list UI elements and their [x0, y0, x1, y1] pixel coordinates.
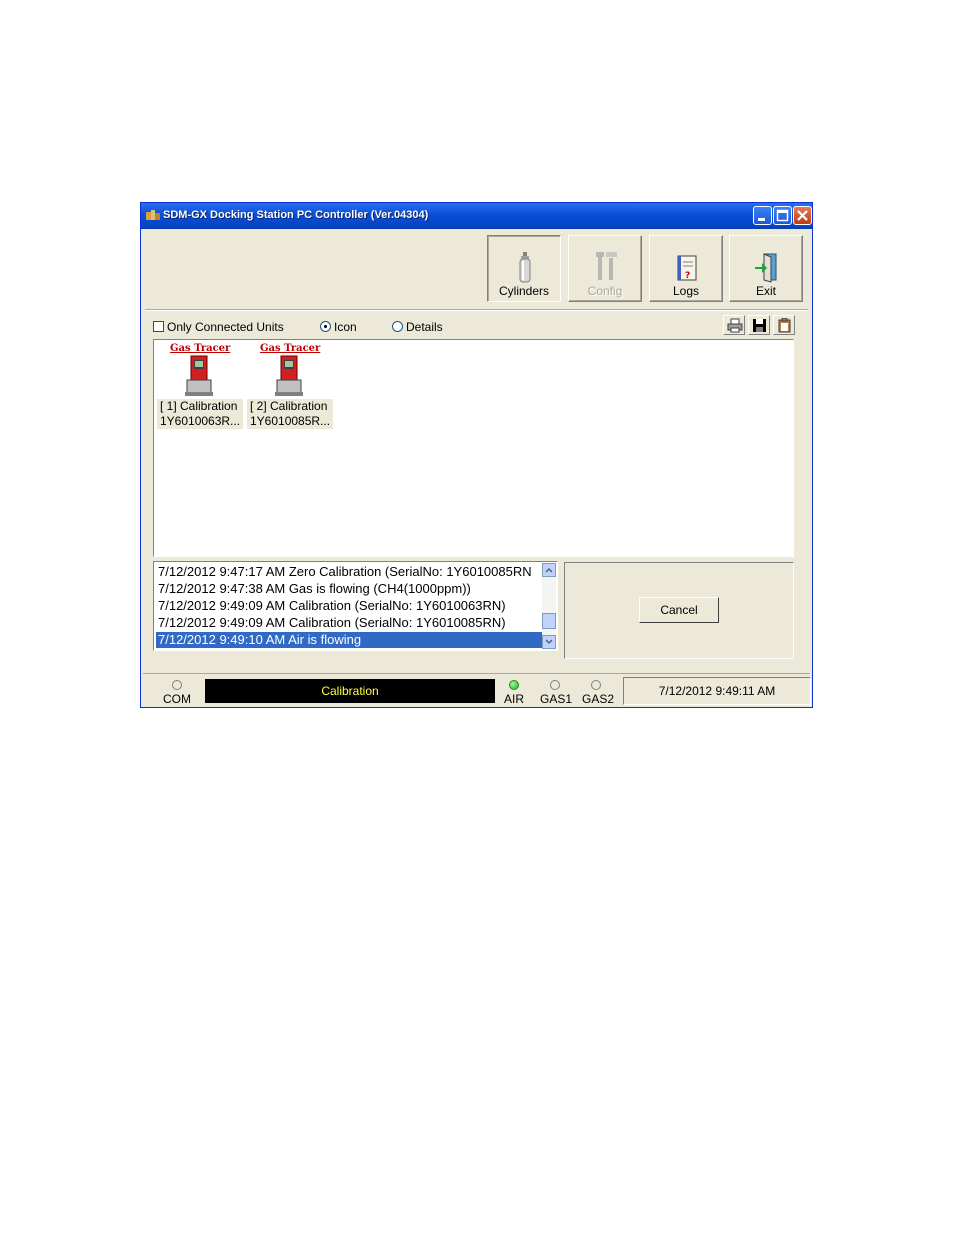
unit-brand: Gas Tracer	[260, 343, 321, 354]
minimize-button[interactable]	[753, 206, 772, 225]
cylinder-icon	[519, 252, 531, 283]
unit-list[interactable]: Gas Tracer [ 1] Calibration 1Y6010063R..…	[153, 339, 794, 557]
scroll-up-button[interactable]	[542, 563, 556, 577]
log-entry-selected[interactable]: 7/12/2012 9:49:10 AM Air is flowing	[156, 632, 542, 648]
unit-status: [ 1] Calibration	[160, 399, 238, 413]
exit-label: Exit	[755, 284, 776, 298]
exit-door-icon	[755, 253, 777, 283]
tools-icon	[596, 252, 617, 280]
log-entry[interactable]: 7/12/2012 9:49:09 AM Calibration (Serial…	[156, 615, 542, 631]
exit-button[interactable]: Exit	[729, 235, 803, 302]
title-bar[interactable]: SDM-GX Docking Station PC Controller (Ve…	[141, 203, 812, 229]
window-title: SDM-GX Docking Station PC Controller (Ve…	[163, 209, 429, 221]
app-icon	[146, 210, 160, 220]
status-datetime: 7/12/2012 9:49:11 AM	[623, 677, 811, 705]
logbook-icon: ?	[677, 255, 697, 281]
com-label: COM	[163, 692, 191, 706]
gas2-label: GAS2	[582, 692, 615, 706]
unit-item[interactable]: Gas Tracer [ 2] Calibration 1Y6010085R..…	[246, 342, 333, 434]
gas-detector-icon	[185, 355, 213, 396]
log-entry[interactable]: 7/12/2012 9:49:09 AM Calibration (Serial…	[156, 598, 542, 614]
chevron-up-icon	[545, 567, 553, 573]
log-entry[interactable]: 7/12/2012 9:47:38 AM Gas is flowing (CH4…	[156, 581, 542, 597]
action-panel: Cancel	[564, 562, 794, 659]
cancel-button[interactable]: Cancel	[639, 597, 719, 623]
details-view-radio[interactable]	[392, 321, 403, 332]
save-icon	[753, 319, 766, 332]
save-button[interactable]	[748, 315, 770, 335]
config-label: Config	[587, 284, 623, 298]
svg-text:?: ?	[685, 271, 690, 281]
log-entry[interactable]: 7/12/2012 9:47:17 AM Zero Calibration (S…	[156, 564, 542, 580]
unit-caption: [ 1] Calibration 1Y6010063R...	[157, 399, 243, 429]
close-button[interactable]	[793, 206, 812, 225]
gas1-indicator	[550, 680, 560, 690]
icon-view-label: Icon	[334, 320, 357, 334]
close-icon	[797, 210, 808, 221]
toolbar-divider	[145, 309, 808, 311]
only-connected-label: Only Connected Units	[167, 320, 284, 334]
event-log[interactable]: 7/12/2012 9:47:17 AM Zero Calibration (S…	[153, 561, 558, 651]
unit-item[interactable]: Gas Tracer [ 1] Calibration 1Y6010063R..…	[156, 342, 243, 434]
only-connected-checkbox[interactable]	[153, 321, 164, 332]
unit-serial: 1Y6010063R...	[160, 414, 241, 428]
cylinders-label: Cylinders	[498, 284, 549, 298]
maximize-icon	[776, 209, 789, 222]
gas1-label: GAS1	[540, 692, 573, 706]
scroll-thumb[interactable]	[542, 613, 556, 629]
clipboard-icon	[778, 318, 791, 333]
gas2-indicator	[591, 680, 601, 690]
com-indicator	[172, 680, 182, 690]
icon-view-radio[interactable]	[320, 321, 331, 332]
unit-brand: Gas Tracer	[170, 343, 231, 354]
details-view-label: Details	[406, 320, 443, 334]
air-indicator	[509, 680, 519, 690]
config-button[interactable]: Config	[568, 235, 642, 302]
logs-button[interactable]: ? Logs	[649, 235, 723, 302]
cylinders-button[interactable]: Cylinders	[487, 235, 561, 302]
gas-detector-icon	[275, 355, 303, 396]
status-message: Calibration	[205, 679, 495, 703]
unit-status: [ 2] Calibration	[250, 399, 328, 413]
unit-serial: 1Y6010085R...	[250, 414, 331, 428]
logs-label: Logs	[672, 284, 700, 298]
maximize-button[interactable]	[773, 206, 792, 225]
log-scrollbar[interactable]	[542, 563, 556, 649]
chevron-down-icon	[545, 639, 553, 645]
app-window: SDM-GX Docking Station PC Controller (Ve…	[140, 202, 813, 708]
air-label: AIR	[504, 692, 525, 706]
status-bar: COM Calibration AIR GAS1 GAS2 7/12/2012 …	[143, 673, 811, 708]
print-button[interactable]	[723, 315, 745, 335]
minimize-icon	[758, 218, 765, 221]
scroll-down-button[interactable]	[542, 635, 556, 649]
clipboard-button[interactable]	[773, 315, 795, 335]
printer-icon	[727, 318, 743, 333]
unit-caption: [ 2] Calibration 1Y6010085R...	[247, 399, 333, 429]
